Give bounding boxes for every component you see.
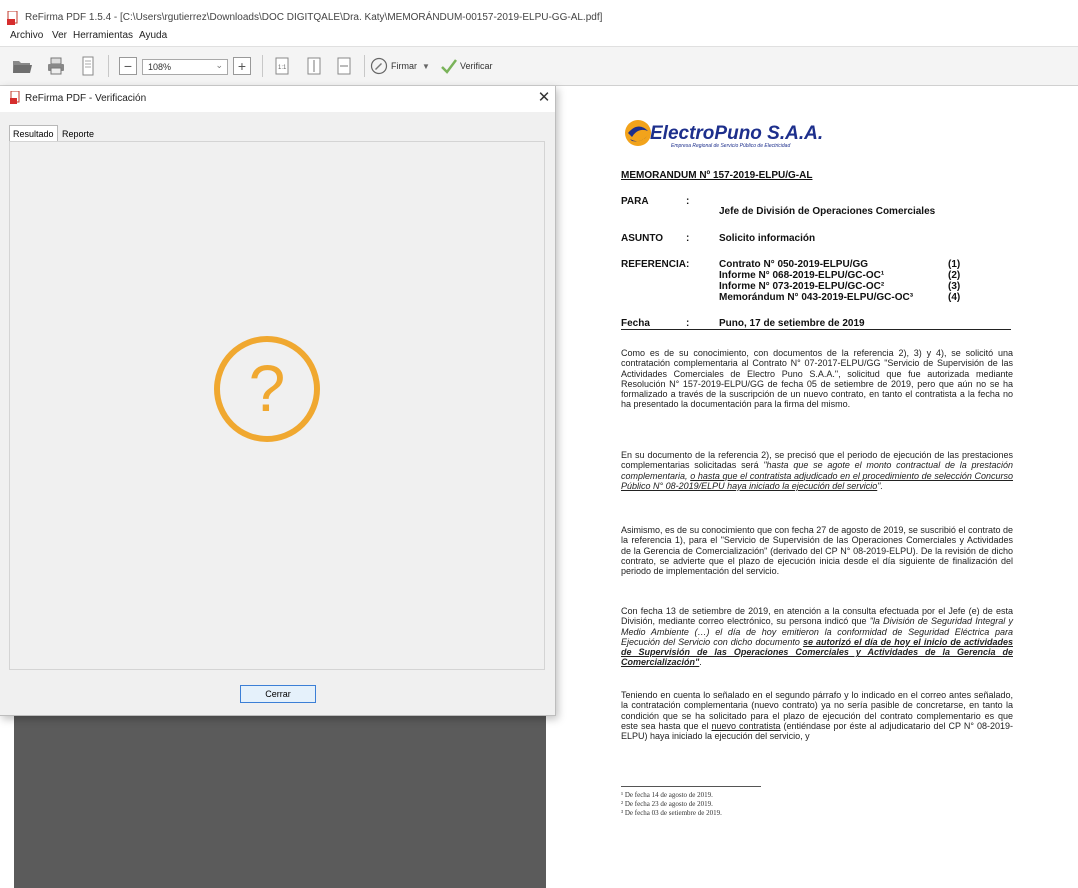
- paragraph-2: En su documento de la referencia 2), se …: [621, 450, 1013, 491]
- reference-item: Contrato N° 050-2019-ELPU/GG: [719, 259, 869, 270]
- dialog-title-bar[interactable]: ReFirma PDF - Verificación ✕: [0, 86, 555, 112]
- zoom-out-button[interactable]: −: [118, 54, 138, 78]
- footnote: ³ De fecha 03 de setiembre de 2019.: [621, 809, 722, 817]
- menu-archivo[interactable]: Archivo: [10, 30, 43, 41]
- viewer-background-panel: [14, 716, 546, 888]
- asunto-value: Solicito información: [719, 233, 816, 244]
- menu-bar: Archivo Ver Herramientas Ayuda: [0, 30, 1078, 46]
- reference-item: Informe N° 073-2019-ELPU/GC-OC²: [719, 281, 885, 292]
- reference-number: (1): [948, 259, 961, 270]
- minus-icon: −: [119, 57, 137, 75]
- company-logo-subtitle: Empresa Regional de Servicio Público de …: [671, 143, 791, 149]
- fecha-value: Puno, 17 de setiembre de 2019: [719, 318, 865, 329]
- asunto-label: ASUNTO: [621, 233, 664, 244]
- fit-width-button[interactable]: [334, 54, 354, 78]
- tab-resultado[interactable]: Resultado: [9, 125, 58, 142]
- checkmark-icon: [441, 59, 457, 74]
- fit-width-icon: [337, 57, 351, 75]
- fecha-colon: :: [686, 318, 690, 329]
- actual-size-button[interactable]: 1:1: [272, 54, 292, 78]
- zoom-value: 108%: [148, 62, 172, 72]
- footnote: ² De fecha 23 de agosto de 2019.: [621, 800, 713, 808]
- menu-ver[interactable]: Ver: [52, 30, 67, 41]
- verify-button[interactable]: Verificar: [440, 54, 506, 78]
- title-bar: ReFirma PDF 1.5.4 - [C:\Users\rgutierrez…: [0, 0, 1078, 30]
- open-folder-icon: [13, 61, 32, 73]
- svg-text:1:1: 1:1: [278, 65, 287, 71]
- sign-pen-icon: [370, 57, 388, 75]
- toolbar: − 108% ⌄ + 1:1 Firmar ▼ Verificar: [0, 46, 1078, 86]
- dropdown-arrow-icon: ▼: [422, 61, 430, 71]
- reference-number: (3): [948, 281, 961, 292]
- memo-title: MEMORANDUM Nº 157-2019-ELPU/G-AL: [621, 170, 813, 181]
- menu-ayuda[interactable]: Ayuda: [139, 30, 167, 41]
- verification-dialog: ReFirma PDF - Verificación ✕ Resultado R…: [0, 86, 556, 716]
- toolbar-separator: [364, 55, 365, 77]
- header-divider: [621, 329, 1011, 330]
- question-mark-icon: ?: [214, 336, 320, 442]
- open-folder-button[interactable]: [10, 54, 34, 78]
- reference-item: Informe N° 068-2019-ELPU/GC-OC¹: [719, 270, 885, 281]
- reference-number: (2): [948, 270, 961, 281]
- refirma-app-icon: [10, 91, 20, 104]
- plus-icon: +: [233, 57, 251, 75]
- fecha-label: Fecha: [621, 318, 650, 329]
- paragraph-4: Con fecha 13 de setiembre de 2019, en at…: [621, 606, 1013, 668]
- refirma-app-icon: [7, 11, 18, 25]
- close-icon[interactable]: ✕: [536, 88, 552, 108]
- paragraph-3: Asimismo, es de su conocimiento que con …: [621, 525, 1013, 577]
- reference-item: Memorándum N° 043-2019-ELPU/GC-OC³: [719, 292, 914, 303]
- paragraph-5-underlined: nuevo contratista: [711, 720, 781, 731]
- print-button[interactable]: [44, 54, 68, 78]
- paragraph-5: Teniendo en cuenta lo señalado en el seg…: [621, 690, 1013, 741]
- page-view-button[interactable]: [78, 54, 98, 78]
- zoom-in-button[interactable]: +: [232, 54, 252, 78]
- tab-reporte[interactable]: Reporte: [62, 127, 94, 141]
- chevron-down-icon: ⌄: [215, 60, 223, 70]
- printer-icon: [48, 57, 64, 75]
- paragraph-2-quote-end: ".: [877, 480, 883, 491]
- actual-size-icon: 1:1: [275, 57, 289, 75]
- cerrar-button[interactable]: Cerrar: [240, 685, 316, 703]
- toolbar-separator: [262, 55, 263, 77]
- verify-label: Verificar: [460, 61, 493, 71]
- reference-number: (4): [948, 292, 961, 303]
- footnote: ¹ De fecha 14 de agosto de 2019.: [621, 791, 713, 799]
- sign-label: Firmar: [391, 61, 417, 71]
- zoom-select[interactable]: 108% ⌄: [142, 59, 228, 75]
- window-title: ReFirma PDF 1.5.4 - [C:\Users\rgutierrez…: [25, 12, 603, 23]
- paragraph-4-end: .: [699, 657, 702, 668]
- svg-text:?: ?: [249, 351, 286, 425]
- referencia-label: REFERENCIA:: [621, 259, 690, 270]
- asunto-colon: :: [686, 233, 690, 244]
- fit-page-button[interactable]: [304, 54, 324, 78]
- page-panel-icon: [82, 56, 94, 76]
- paragraph-1: Como es de su conocimiento, con document…: [621, 348, 1013, 410]
- para-label: PARA: [621, 196, 649, 207]
- dialog-title: ReFirma PDF - Verificación: [25, 93, 147, 104]
- sign-button[interactable]: Firmar ▼: [370, 54, 440, 78]
- company-logo-text: ElectroPuno S.A.A.: [650, 123, 824, 144]
- footnote-divider: [621, 786, 761, 787]
- toolbar-separator: [108, 55, 109, 77]
- menu-herramientas[interactable]: Herramientas: [73, 30, 133, 41]
- para-colon: :: [686, 196, 690, 207]
- fit-page-icon: [307, 57, 321, 75]
- para-value: Jefe de División de Operaciones Comercia…: [719, 206, 936, 217]
